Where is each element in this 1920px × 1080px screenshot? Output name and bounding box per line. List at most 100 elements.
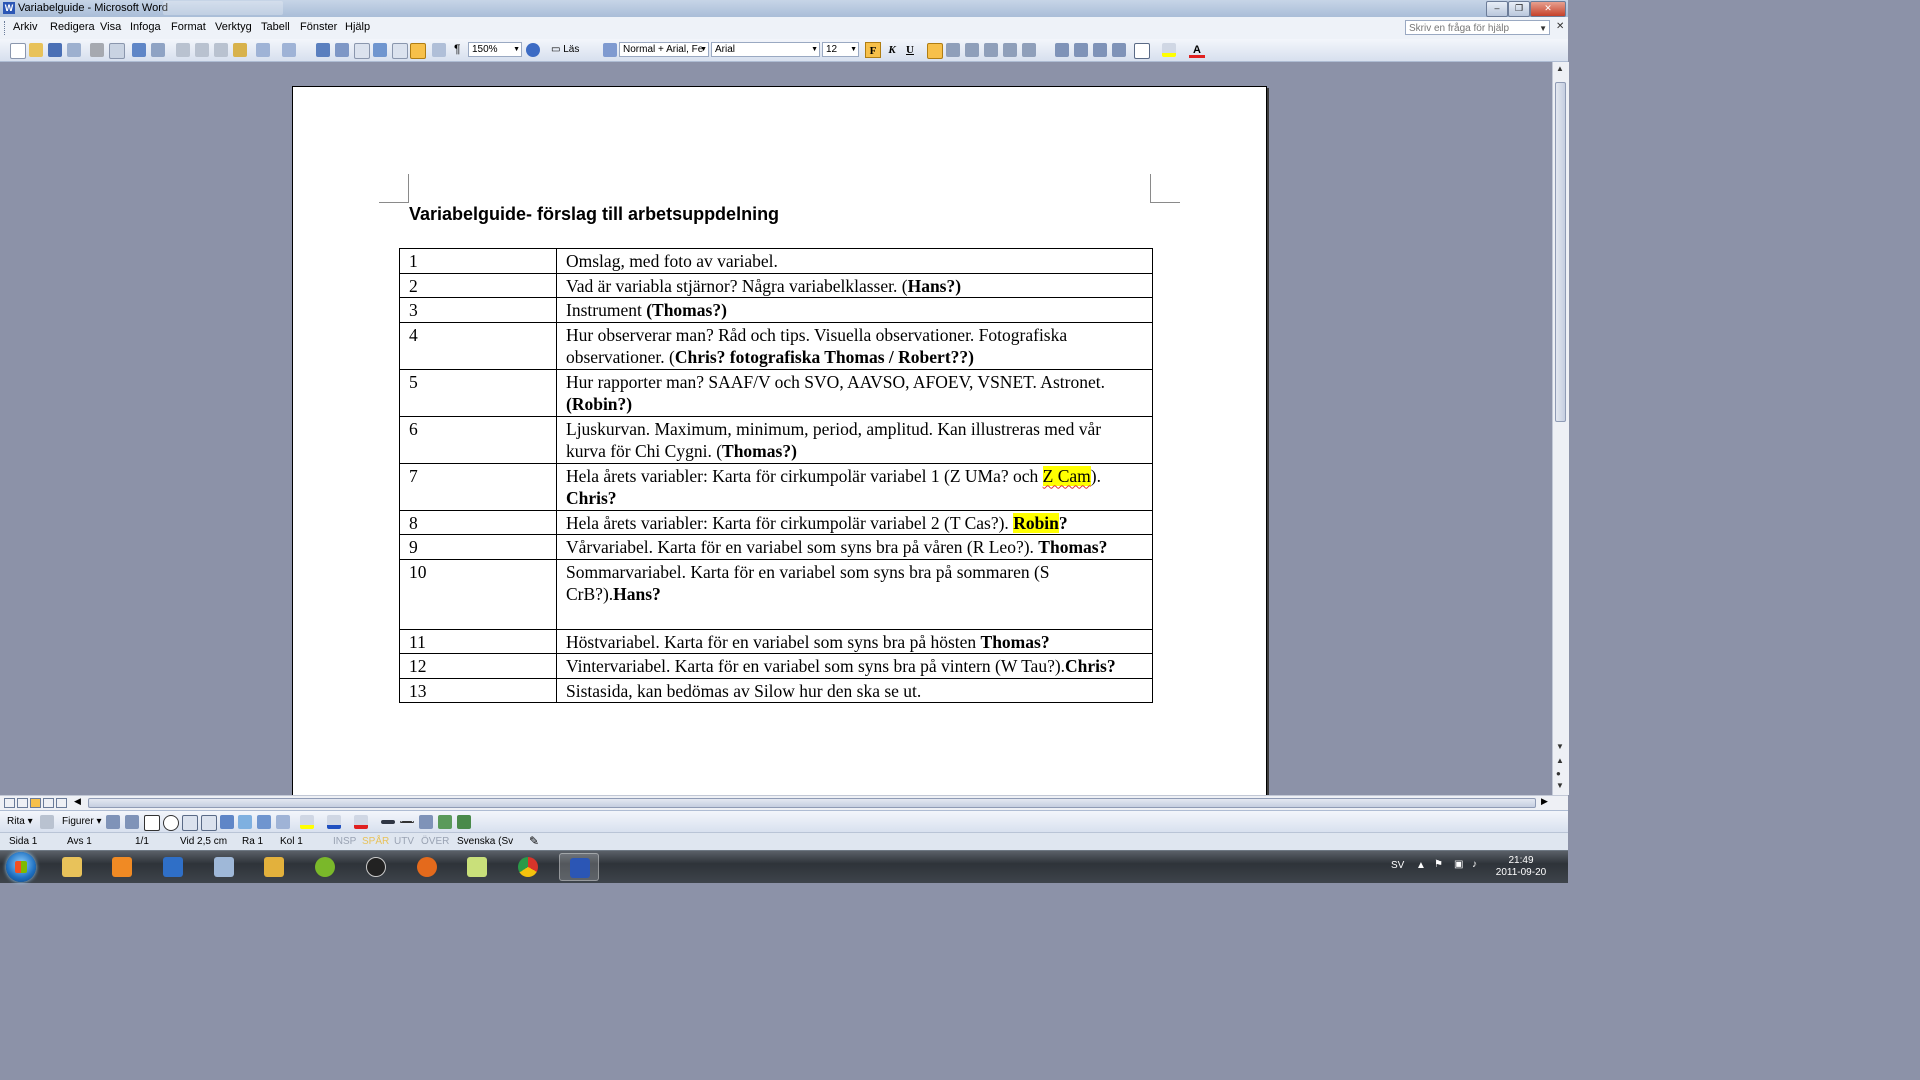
row-number[interactable]: 9: [399, 534, 557, 560]
row-text-cell[interactable]: Ljuskurvan. Maximum, minimum, period, am…: [556, 415, 1153, 464]
table-row[interactable]: 3 Instrument (Thomas?): [399, 297, 1153, 323]
row-number[interactable]: 8: [399, 509, 557, 535]
scroll-left-icon[interactable]: ◀: [74, 796, 81, 807]
row-text-cell[interactable]: Vårvariabel. Karta för en variabel som s…: [556, 534, 1153, 560]
row-number[interactable]: 4: [399, 321, 557, 370]
autoshapes-button[interactable]: Figurer ▾: [62, 816, 102, 827]
table-row[interactable]: 1 Omslag, med foto av variabel.: [399, 248, 1153, 274]
numbering-icon[interactable]: [1055, 43, 1069, 57]
row-number[interactable]: 7: [399, 462, 557, 511]
menu-fonster[interactable]: Fönster: [300, 21, 337, 33]
align-left-icon[interactable]: [927, 43, 943, 59]
menu-format[interactable]: Format: [171, 21, 206, 33]
status-insert-mode[interactable]: INSP: [333, 836, 356, 847]
menu-grip-handle[interactable]: [4, 21, 8, 35]
shadow-style-icon[interactable]: [438, 815, 452, 829]
document-table[interactable]: 1 Omslag, med foto av variabel. 2 Vad är…: [399, 248, 1153, 703]
close-button[interactable]: ✕: [1530, 1, 1566, 17]
chevron-down-icon[interactable]: ▼: [850, 43, 857, 56]
language-indicator[interactable]: SV: [1391, 860, 1404, 871]
copy-icon[interactable]: [195, 43, 209, 57]
style-combo[interactable]: Normal + Arial, Fe ▼: [619, 42, 709, 57]
menu-redigera[interactable]: Redigera: [50, 21, 95, 33]
hyperlink-icon[interactable]: [316, 43, 330, 57]
align-center-icon[interactable]: [946, 43, 960, 57]
arrow-style-icon[interactable]: [419, 815, 433, 829]
scroll-down-icon[interactable]: ▼: [1556, 742, 1564, 751]
clipart-icon[interactable]: [257, 815, 271, 829]
browse-prev-icon[interactable]: ▲: [1556, 756, 1564, 765]
menu-arkiv[interactable]: Arkiv: [13, 21, 37, 33]
increase-indent-icon[interactable]: [1112, 43, 1126, 57]
table-row[interactable]: 8 Hela årets variabler: Karta för cirkum…: [399, 509, 1153, 535]
arrow-icon[interactable]: [125, 815, 139, 829]
print-preview-icon[interactable]: [109, 43, 125, 59]
open-folder-icon[interactable]: [29, 43, 43, 57]
textbox-icon[interactable]: [182, 815, 198, 831]
row-number[interactable]: 10: [399, 558, 557, 630]
taskbar-outlook[interactable]: [254, 853, 294, 881]
picture-icon[interactable]: [276, 815, 290, 829]
row-number[interactable]: 2: [399, 272, 557, 298]
outline-view-icon[interactable]: [43, 798, 54, 808]
paste-icon[interactable]: [214, 43, 228, 57]
distributed-icon[interactable]: [1003, 43, 1017, 57]
taskbar-explorer[interactable]: [52, 853, 92, 881]
drawing-toggle-icon[interactable]: [410, 43, 426, 59]
3d-style-icon[interactable]: [457, 815, 471, 829]
row-number[interactable]: 13: [399, 677, 557, 703]
taskbar-word[interactable]: [559, 853, 599, 881]
row-number[interactable]: 11: [399, 628, 557, 654]
document-heading[interactable]: Variabelguide- förslag till arbetsuppdel…: [409, 204, 779, 225]
table-row[interactable]: 13 Sistasida, kan bedömas av Silow hur d…: [399, 677, 1153, 703]
row-text-cell[interactable]: Höstvariabel. Karta för en variabel som …: [556, 628, 1153, 654]
rectangle-icon[interactable]: [144, 815, 160, 831]
document-page[interactable]: Variabelguide- förslag till arbetsuppdel…: [292, 86, 1267, 795]
taskbar-chrome[interactable]: [508, 853, 548, 881]
show-hide-pilcrow-icon[interactable]: ¶: [454, 42, 460, 56]
line-color-icon[interactable]: [327, 815, 341, 829]
menu-hjalp[interactable]: Hjälp: [345, 21, 370, 33]
reading-view-icon[interactable]: [56, 798, 67, 808]
row-text-cell[interactable]: Hela årets variabler: Karta för cirkumpo…: [556, 509, 1153, 535]
drawing-font-color-icon[interactable]: [354, 815, 368, 829]
table-row[interactable]: 9 Vårvariabel. Karta för en variabel som…: [399, 534, 1153, 560]
row-text-cell[interactable]: Sistasida, kan bedömas av Silow hur den …: [556, 677, 1153, 703]
row-number[interactable]: 5: [399, 368, 557, 417]
read-mode-button[interactable]: ▭ Läs: [551, 44, 579, 55]
menu-infoga[interactable]: Infoga: [130, 21, 161, 33]
taskbar-clock[interactable]: 21:49 2011-09-20: [1492, 855, 1550, 879]
help-search-box[interactable]: Skriv en fråga för hjälp ▼: [1405, 20, 1550, 35]
table-row[interactable]: 5 Hur rapporter man? SAAF/V och SVO, AAV…: [399, 368, 1153, 417]
scroll-up-icon[interactable]: ▲: [1556, 64, 1564, 73]
font-size-combo[interactable]: 12 ▼: [822, 42, 859, 57]
table-row[interactable]: 12 Vintervariabel. Karta för en variabel…: [399, 653, 1153, 679]
print-icon[interactable]: [90, 43, 104, 57]
row-text-cell[interactable]: Omslag, med foto av variabel.: [556, 248, 1153, 274]
minimize-button[interactable]: –: [1486, 1, 1508, 17]
chevron-down-icon[interactable]: ▼: [700, 43, 707, 56]
font-combo[interactable]: Arial ▼: [711, 42, 820, 57]
row-text-cell[interactable]: Sommarvariabel. Karta för en variabel so…: [556, 558, 1153, 630]
web-view-icon[interactable]: [17, 798, 28, 808]
redo-icon[interactable]: [282, 43, 296, 57]
highlight-icon[interactable]: [1162, 43, 1176, 57]
row-number[interactable]: 6: [399, 415, 557, 464]
styles-formatting-icon[interactable]: [603, 43, 617, 57]
row-text-cell[interactable]: Vad är variabla stjärnor? Några variabel…: [556, 272, 1153, 298]
vertical-textbox-icon[interactable]: [201, 815, 217, 831]
help-icon[interactable]: [526, 43, 540, 57]
insert-excel-icon[interactable]: [373, 43, 387, 57]
font-color-icon[interactable]: A: [1189, 42, 1205, 58]
status-language[interactable]: Svenska (Sv: [457, 836, 513, 847]
menu-visa[interactable]: Visa: [100, 21, 121, 33]
zoom-combo[interactable]: 150% ▼: [468, 42, 522, 57]
horizontal-scroll-thumb[interactable]: [88, 798, 1536, 808]
oval-icon[interactable]: [163, 815, 179, 831]
status-overtype-mode[interactable]: ÖVER: [421, 836, 449, 847]
taskbar-hp[interactable]: [356, 853, 396, 881]
show-hidden-icons-icon[interactable]: ▲: [1416, 860, 1426, 871]
browse-object-icon[interactable]: ●: [1556, 769, 1561, 778]
spelling-icon[interactable]: [132, 43, 146, 57]
document-map-icon[interactable]: [432, 43, 446, 57]
